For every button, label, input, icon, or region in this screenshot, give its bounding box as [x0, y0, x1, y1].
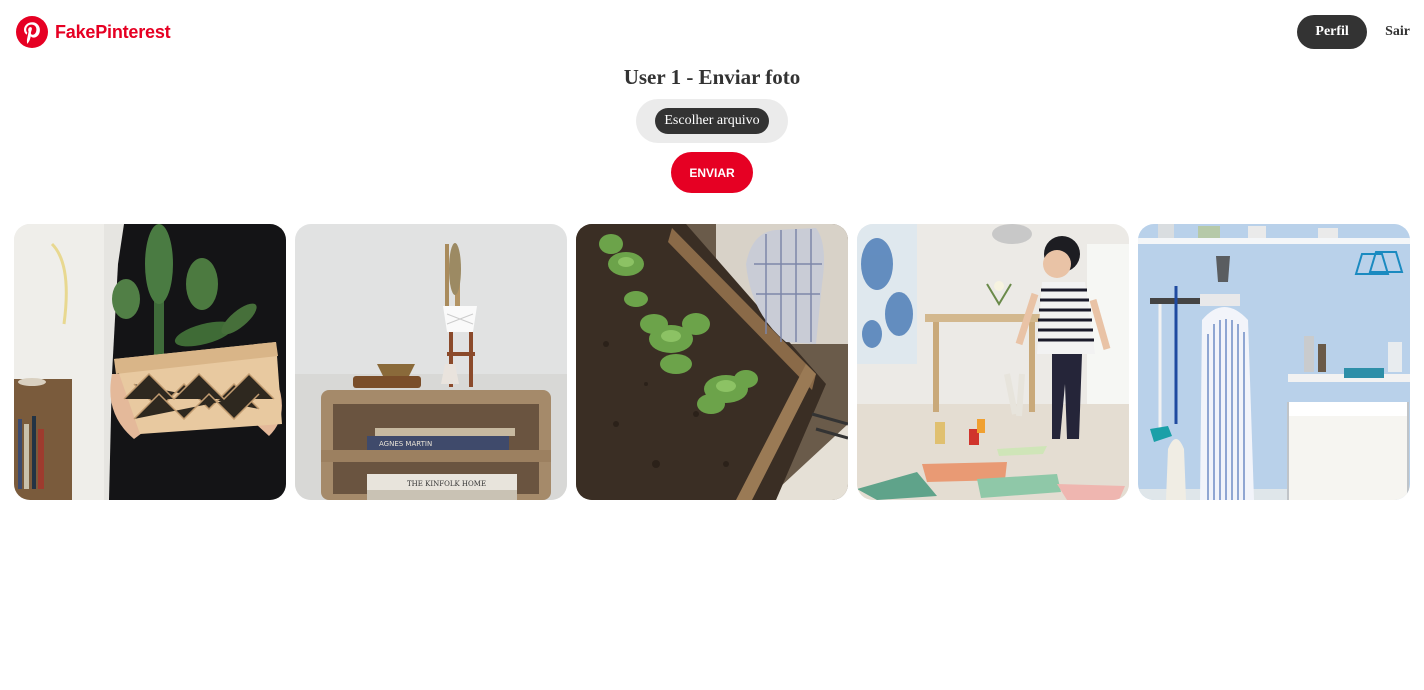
profile-button[interactable]: Perfil	[1297, 15, 1368, 49]
book-spine-label: THE KINFOLK HOME	[407, 480, 486, 488]
page-title: User 1 - Enviar foto	[623, 65, 801, 89]
pinterest-logo-icon	[16, 16, 48, 48]
brand-name: FakePinterest	[55, 21, 171, 42]
photo-book-shelf: AGNES MARTIN THE KINFOLK HOME	[295, 224, 567, 500]
photo-card[interactable]	[1138, 224, 1410, 500]
photo-grid: AGNES MARTIN THE KINFOLK HOME	[14, 224, 1411, 500]
choose-file-button[interactable]: Escolher arquivo	[655, 108, 769, 134]
photo-card[interactable]: AGNES MARTIN THE KINFOLK HOME	[295, 224, 567, 500]
nav-actions: Perfil Sair	[1297, 15, 1410, 49]
photo-laundry-wall	[1138, 224, 1410, 500]
submit-button[interactable]: ENVIAR	[671, 152, 753, 193]
photo-child-room	[857, 224, 1129, 500]
photo-card[interactable]	[576, 224, 848, 500]
book-spine-label: AGNES MARTIN	[379, 440, 432, 448]
photo-cactus-basket	[14, 224, 286, 500]
photo-card[interactable]	[857, 224, 1129, 500]
file-input[interactable]: Escolher arquivo	[636, 99, 788, 143]
brand-link[interactable]: FakePinterest	[16, 16, 171, 48]
photo-card[interactable]	[14, 224, 286, 500]
navbar: FakePinterest Perfil Sair	[0, 0, 1424, 64]
photo-lettuce-planting	[576, 224, 848, 500]
logout-link[interactable]: Sair	[1385, 24, 1410, 40]
